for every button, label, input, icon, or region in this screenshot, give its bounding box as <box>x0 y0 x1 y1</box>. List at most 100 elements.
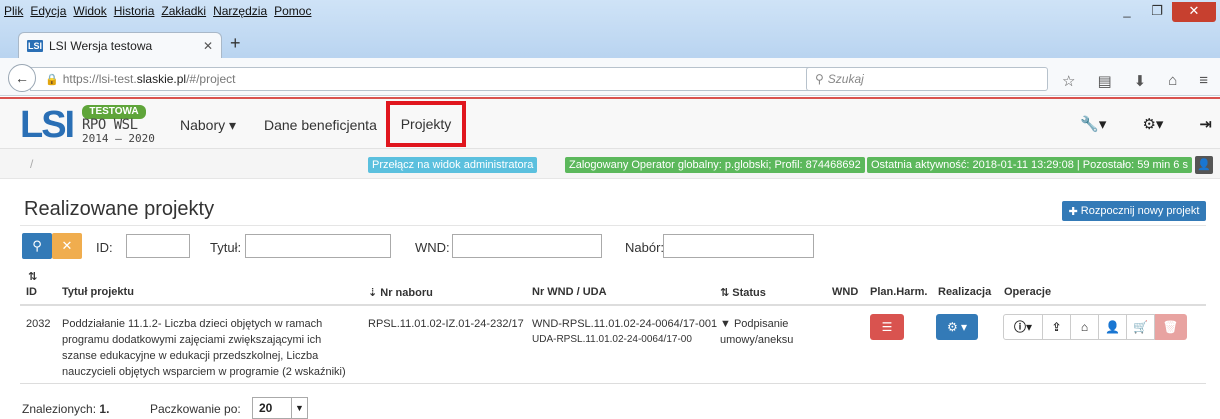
search-icon: ⚲ <box>32 238 42 253</box>
row-nr-uda: UDA-RPSL.11.01.02-24-0064/17-00 <box>532 334 692 345</box>
send-icon[interactable]: ⇪ <box>1043 314 1071 340</box>
clear-icon: ✕ <box>61 238 73 253</box>
sort-id-icon[interactable]: ⇅ <box>28 270 37 283</box>
filter-title-label: Tytuł: <box>210 240 242 255</box>
filter-funnel-icon: ▼ <box>720 318 731 330</box>
app-nav-icons: 🔧▾ ⚙▾ ⇥ <box>1080 115 1212 133</box>
menu-pomoc[interactable]: Pomoc <box>274 4 311 20</box>
bank-icon[interactable]: ⌂ <box>1071 314 1099 340</box>
page-size-select[interactable]: 20 ▼ <box>252 397 308 419</box>
window-controls: _ ❐ ✕ <box>1112 2 1216 22</box>
col-status[interactable]: ⇅ Status <box>720 286 766 299</box>
col-nr-wnd: Nr WND / UDA <box>532 286 607 298</box>
col-operacje: Operacje <box>1004 286 1052 298</box>
download-icon[interactable]: ⬇ <box>1134 72 1147 90</box>
filter-nabor-label: Nabór: <box>625 240 665 255</box>
page-title: Realizowane projekty <box>24 198 215 220</box>
lsi-favicon-icon: LSI <box>27 39 43 52</box>
browser-navbar: 🔒 https://lsi-test.slaskie.pl/#/project … <box>0 58 1220 96</box>
wrench-icon[interactable]: 🔧▾ <box>1080 115 1106 133</box>
close-window-icon[interactable]: ✕ <box>1172 2 1216 22</box>
filter-wnd-input[interactable] <box>452 234 602 258</box>
menu-zakladki[interactable]: Zakładki <box>161 4 206 20</box>
sort-desc-icon: ⇣ <box>368 287 378 299</box>
filter-nabor-input[interactable] <box>663 234 814 258</box>
logo-line2: 2014 – 2020 <box>82 132 155 145</box>
nav-dane-beneficjenta[interactable]: Dane beneficjenta <box>264 117 377 133</box>
gear-icon[interactable]: ⚙▾ <box>1142 115 1163 133</box>
row-title-line-2: programu dodatkowymi zajęciami zwiększaj… <box>62 334 322 346</box>
menu-widok[interactable]: Widok <box>73 4 106 20</box>
browser-toolbar-icons: ☆ ▤ ⬇ ⌂ ≡ <box>1062 72 1210 90</box>
cart-icon[interactable]: 🛒 <box>1127 314 1155 340</box>
realizacja-button[interactable]: ⚙ ▾ <box>936 314 978 340</box>
operations-group: ⓘ▾ ⇪ ⌂ 👤 🛒 🗑 <box>1003 314 1187 340</box>
row-title-line-3: szanse edukacyjne w edukacji przedszkoln… <box>62 350 319 362</box>
new-project-button[interactable]: ✚ Rozpocznij nowy projekt <box>1062 201 1206 221</box>
menu-plik[interactable]: Plik <box>4 4 23 20</box>
menu-edycja[interactable]: Edycja <box>30 4 66 20</box>
url-bar[interactable]: 🔒 https://lsi-test.slaskie.pl/#/project <box>30 67 874 91</box>
minimize-icon[interactable]: _ <box>1112 2 1142 22</box>
search-input[interactable]: ⚲ Szukaj <box>806 67 1048 91</box>
reading-list-icon[interactable]: ▤ <box>1097 72 1111 90</box>
filter-id-label: ID: <box>96 240 113 255</box>
logged-in-badge: Zalogowany Operator globalny: p.globski;… <box>565 157 865 173</box>
row-status-line-1: ▼ Podpisanie <box>720 318 789 330</box>
clear-filters-button[interactable]: ✕ <box>52 233 82 259</box>
filter-title-input[interactable] <box>245 234 391 258</box>
logout-icon[interactable]: ⇥ <box>1199 115 1212 133</box>
bookmark-star-icon[interactable]: ☆ <box>1062 72 1075 90</box>
col-nr-naboru[interactable]: ⇣ Nr naboru <box>368 286 433 299</box>
nav-nabory[interactable]: Nabory ▾ <box>180 117 236 134</box>
plus-icon: ✚ <box>1068 205 1078 218</box>
lock-icon: 🔒 <box>45 73 59 86</box>
hamburger-menu-icon[interactable]: ≡ <box>1199 72 1208 90</box>
browser-tab[interactable]: LSI LSI Wersja testowa ✕ <box>18 32 222 58</box>
user-icon[interactable]: 👤 <box>1099 314 1127 340</box>
back-arrow-icon[interactable]: ← <box>8 64 36 92</box>
search-icon: ⚲ <box>815 72 824 86</box>
list-icon: ☰ <box>881 320 893 334</box>
schedule-button[interactable]: ☰ <box>870 314 904 340</box>
url-text: https://lsi-test.slaskie.pl/#/project <box>62 72 236 86</box>
row-nr-wnd: WND-RPSL.11.01.02-24-0064/17-001 <box>532 318 718 330</box>
maximize-icon[interactable]: ❐ <box>1142 2 1172 22</box>
tab-close-icon[interactable]: ✕ <box>203 39 213 53</box>
filter-id-input[interactable] <box>126 234 190 258</box>
menu-narzedzia[interactable]: Narzędzia <box>213 4 267 20</box>
tab-title: LSI Wersja testowa <box>49 38 153 53</box>
col-id[interactable]: ID <box>26 286 37 298</box>
menu-historia[interactable]: Historia <box>114 4 155 20</box>
search-placeholder: Szukaj <box>827 72 864 86</box>
table-row-divider <box>20 383 1206 384</box>
logo-mark: LSI <box>20 104 75 146</box>
row-id: 2032 <box>26 318 51 330</box>
sort-status-icon: ⇅ <box>720 287 730 299</box>
lsi-logo[interactable]: LSI TESTOWA RPO WSL 2014 – 2020 <box>20 105 160 145</box>
user-icon[interactable]: 👤 <box>1195 156 1213 174</box>
home-icon[interactable]: ⌂ <box>1168 72 1177 90</box>
new-tab-icon[interactable]: + <box>230 33 241 54</box>
row-title-line-1: Poddziałanie 11.1.2- Liczba dzieci objęt… <box>62 318 323 330</box>
cog-dropdown-icon: ⚙ ▾ <box>946 320 968 334</box>
browser-titlebar: Plik Edycja Widok Historia Zakładki Narz… <box>0 0 1220 58</box>
info-dropdown-icon[interactable]: ⓘ▾ <box>1003 314 1043 340</box>
chevron-down-icon: ▼ <box>291 398 307 418</box>
row-nr-naboru: RPSL.11.01.02-IZ.01-24-232/17 <box>368 318 524 330</box>
page-size-label: Paczkowanie po: <box>150 402 241 416</box>
col-realizacja: Realizacja <box>938 286 992 298</box>
results-count: Znalezionych: 1. <box>22 402 110 416</box>
logo-line1: RPO WSL <box>82 117 138 133</box>
page-size-value: 20 <box>259 401 273 415</box>
nav-projekty[interactable]: Projekty <box>386 101 466 147</box>
table-header-divider <box>20 304 1206 306</box>
last-activity-badge: Ostatnia aktywność: 2018-01-11 13:29:08 … <box>867 157 1192 173</box>
filter-wnd-label: WND: <box>415 240 450 255</box>
app-navbar: LSI TESTOWA RPO WSL 2014 – 2020 Nabory ▾… <box>0 97 1220 149</box>
status-bar: / Przełącz na widok administratora Zalog… <box>0 149 1220 179</box>
admin-switch-link[interactable]: Przełącz na widok administratora <box>368 157 538 173</box>
delete-trash-icon[interactable]: 🗑 <box>1155 314 1187 340</box>
row-title-line-4: nauczycieli objętych wsparciem w program… <box>62 366 346 378</box>
search-button[interactable]: ⚲ <box>22 233 52 259</box>
